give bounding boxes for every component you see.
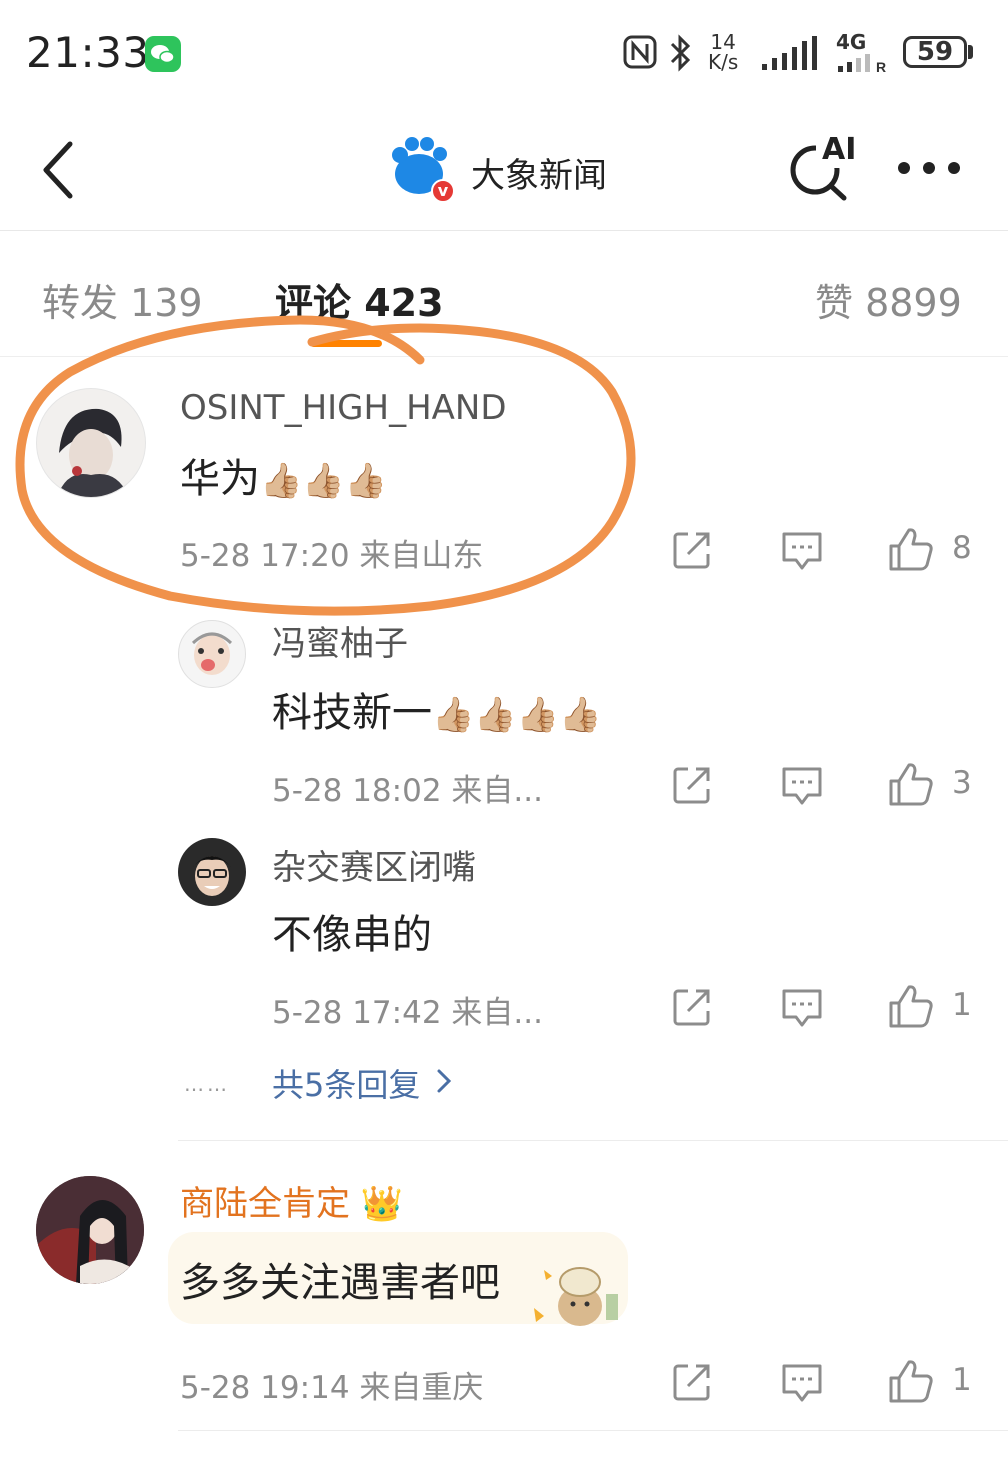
- comment-text: 多多关注遇害者吧: [180, 1260, 500, 1306]
- like-count: 8: [952, 530, 972, 566]
- reply-text: 科技新一👍🏼👍🏼👍🏼👍🏼: [272, 690, 602, 736]
- tab-likes[interactable]: 赞 8899: [815, 272, 962, 327]
- comment-icon[interactable]: [780, 765, 824, 811]
- share-icon[interactable]: [672, 765, 712, 809]
- like-count: 1: [952, 987, 972, 1023]
- share-icon[interactable]: [672, 530, 712, 574]
- like-count: 3: [952, 765, 972, 801]
- share-icon[interactable]: [672, 987, 712, 1031]
- like-icon[interactable]: [888, 983, 934, 1033]
- like-icon[interactable]: [888, 761, 934, 811]
- signal-4g-icon: 4G R: [836, 30, 887, 74]
- reply-username[interactable]: 杂交赛区闭嘴: [272, 840, 476, 889]
- net-speed: 14 K/s: [708, 30, 739, 74]
- status-time: 21:33: [26, 28, 150, 77]
- reply-username[interactable]: 冯蜜柚子: [272, 616, 408, 665]
- nfc-icon: [622, 34, 658, 74]
- more-dots-icon[interactable]: [896, 160, 962, 180]
- vip-crown-badge: 👑: [360, 1184, 404, 1224]
- tab-divider: [0, 356, 1008, 357]
- bear-sticker-icon: [534, 1267, 618, 1326]
- avatar[interactable]: [178, 620, 246, 688]
- tab-reposts[interactable]: 转发 139: [42, 272, 203, 327]
- reply-meta: 5-28 18:02 来自...: [272, 773, 543, 809]
- reply-meta: 5-28 17:42 来自...: [272, 995, 543, 1031]
- reply-text: 不像串的: [272, 912, 432, 958]
- signal-icon: [760, 36, 824, 76]
- comment-icon[interactable]: [780, 530, 824, 576]
- thumbs-up-emoji: 👍🏼👍🏼👍🏼: [260, 461, 388, 501]
- like-icon[interactable]: [888, 1358, 934, 1408]
- ai-search-icon[interactable]: AI: [786, 132, 856, 206]
- account-logo[interactable]: v: [388, 135, 456, 203]
- comment-separator: [178, 1430, 1008, 1431]
- share-icon[interactable]: [672, 1362, 712, 1406]
- wechat-icon: [145, 36, 181, 72]
- comment-text: 华为👍🏼👍🏼👍🏼: [180, 456, 388, 502]
- chevron-right-icon: [436, 1068, 452, 1098]
- avatar[interactable]: [36, 388, 146, 498]
- tab-active-indicator: [310, 340, 382, 347]
- svg-text:R: R: [876, 59, 886, 74]
- comment-meta: 5-28 17:20 来自山东: [180, 538, 484, 574]
- comment-meta: 5-28 19:14 来自重庆: [180, 1370, 484, 1406]
- like-count: 1: [952, 1362, 972, 1398]
- bluetooth-icon: [668, 34, 694, 76]
- more-replies-link[interactable]: 共5条回复: [272, 1060, 452, 1106]
- ai-label: AI: [822, 132, 857, 167]
- verified-badge: v: [437, 181, 449, 200]
- comment-icon[interactable]: [780, 1362, 824, 1408]
- thumbs-up-emoji: 👍🏼👍🏼👍🏼👍🏼: [432, 695, 602, 735]
- comment-username[interactable]: 商陆全肯定 👑: [180, 1176, 403, 1225]
- more-replies-label: 共5条回复: [272, 1066, 421, 1104]
- battery-tip: [968, 45, 973, 59]
- comment-username[interactable]: OSINT_HIGH_HAND: [180, 388, 507, 428]
- avatar[interactable]: [178, 838, 246, 906]
- page-title: 大象新闻: [471, 156, 607, 196]
- like-icon[interactable]: [888, 526, 934, 576]
- chevron-left-icon[interactable]: [40, 140, 76, 204]
- tab-comments[interactable]: 评论 423: [275, 272, 444, 327]
- more-replies-dots: ……: [184, 1072, 230, 1096]
- battery-icon: 59: [903, 36, 967, 68]
- comment-icon[interactable]: [780, 987, 824, 1033]
- avatar[interactable]: [36, 1176, 144, 1284]
- comment-separator: [178, 1140, 1008, 1141]
